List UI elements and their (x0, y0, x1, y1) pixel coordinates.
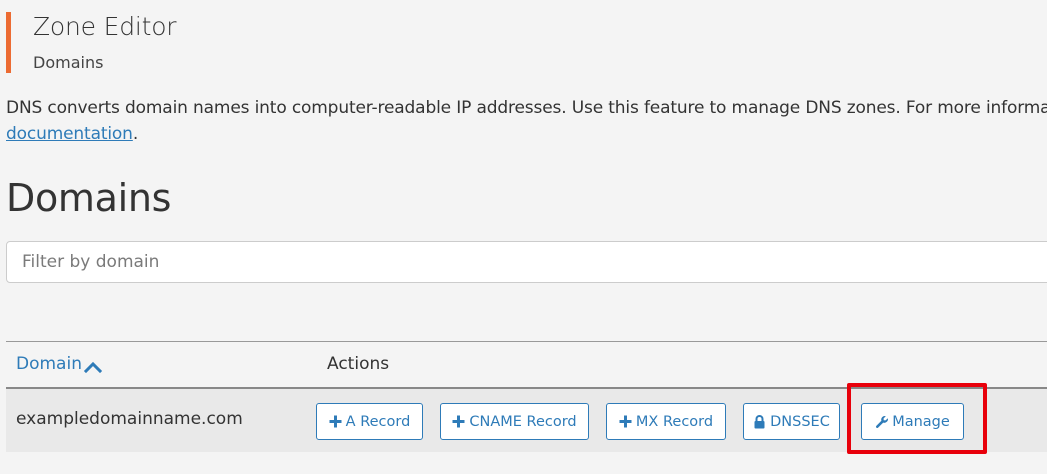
wrench-icon (875, 415, 889, 429)
column-header-actions: Actions (327, 354, 390, 374)
chevron-up-icon (83, 358, 103, 374)
table-row: exampledomainname.com A Record CNAME Rec… (6, 389, 1047, 452)
page-header: Zone Editor Domains (6, 12, 611, 73)
intro-paragraph: DNS converts domain names into computer-… (6, 95, 1047, 147)
filter-domain-input[interactable] (6, 241, 1047, 283)
plus-icon (619, 415, 632, 428)
add-cname-record-button[interactable]: CNAME Record (440, 403, 589, 440)
add-a-record-button[interactable]: A Record (316, 403, 423, 440)
add-a-record-label: A Record (345, 413, 411, 430)
add-mx-record-button[interactable]: MX Record (606, 403, 726, 440)
dnssec-button[interactable]: DNSSEC (743, 403, 840, 440)
page-title: Zone Editor (33, 12, 177, 41)
lock-icon (753, 415, 766, 429)
plus-icon (329, 415, 342, 428)
manage-label: Manage (892, 413, 950, 430)
dnssec-label: DNSSEC (770, 413, 830, 430)
section-heading: Domains (6, 176, 172, 220)
column-header-domain-label: Domain (16, 354, 82, 374)
page-subtitle: Domains (33, 53, 104, 72)
manage-button[interactable]: Manage (861, 403, 964, 440)
documentation-link[interactable]: documentation (6, 124, 133, 144)
domain-cell: exampledomainname.com (16, 409, 243, 429)
add-mx-record-label: MX Record (635, 413, 714, 430)
column-header-domain[interactable]: Domain (16, 354, 103, 374)
domains-table: Domain Actions exampledomainname.com A R… (6, 341, 1047, 452)
intro-text: DNS converts domain names into computer-… (6, 98, 1047, 118)
intro-suffix: . (132, 124, 139, 144)
add-cname-record-label: CNAME Record (469, 413, 577, 430)
table-header: Domain Actions (6, 341, 1047, 389)
plus-icon (452, 415, 465, 428)
